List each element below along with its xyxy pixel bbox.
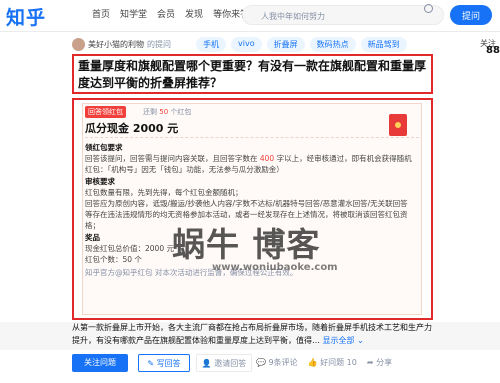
watermark-text: 蜗牛 博客 — [172, 225, 321, 264]
rule-text: 红包数量有限，先到先得，每个红包金额随机； — [85, 188, 243, 197]
question-title: 重量厚度和旗舰配置哪个更重要？有没有一款在旗舰配置和重量厚度达到平衡的折叠屏推荐… — [72, 54, 433, 94]
question-actions: 关注问题 ✎ 写回答 👤 邀请回答 💬 9条评论 👍 好问题 10 ➦ 分享 — [0, 350, 500, 383]
main-nav: 首页 知学堂 会员 发现 等你来答 — [92, 7, 249, 20]
author-action: 的提问 — [147, 40, 171, 49]
topic-tag[interactable]: 数码热点 — [309, 37, 356, 52]
avatar[interactable] — [72, 38, 85, 51]
hongbao-remaining: 还剩 50 个红包 — [143, 108, 192, 116]
nav-item-vip[interactable]: 会员 — [157, 7, 175, 20]
topic-tag[interactable]: 手机 — [196, 37, 226, 52]
share-button[interactable]: ➦ 分享 — [367, 357, 392, 368]
search-input[interactable]: 人我中年如何努力 — [242, 5, 444, 25]
rule-text: 回答该提问，回答需与提问内容关联，且回答字数在 400 字以上，经审核通过，即有… — [85, 154, 412, 174]
nav-item-zhixuetang[interactable]: 知学堂 — [120, 7, 147, 20]
watermark-url: www.woniubaoke.com — [212, 262, 338, 273]
comments-button[interactable]: 💬 9条评论 — [256, 357, 298, 368]
top-bar: 知乎 首页 知学堂 会员 发现 等你来答 人我中年如何努力 提问 — [0, 0, 500, 32]
topic-tag[interactable]: 新品驾到 — [360, 37, 407, 52]
nav-item-home[interactable]: 首页 — [92, 7, 110, 20]
question-author: 美好小猫的利物 的提问 — [72, 38, 171, 51]
invite-answer-button[interactable]: 👤 邀请回答 — [196, 354, 252, 372]
question-excerpt: 从第一款折叠屏上市开始，各大主流厂商都在抢占布局折叠屏市场，随着折叠屏手机技术工… — [72, 321, 432, 347]
topic-tag[interactable]: vivo — [231, 37, 262, 52]
follow-question-button[interactable]: 关注问题 — [72, 354, 128, 372]
show-all-link[interactable]: 显示全部 ⌄ — [323, 336, 364, 345]
rule-heading: 领红包要求 — [85, 143, 123, 152]
topic-tag[interactable]: 折叠屏 — [266, 37, 305, 52]
ask-button[interactable]: 提问 — [450, 5, 492, 25]
zhihu-logo[interactable]: 知乎 — [6, 3, 46, 30]
hongbao-badge: 回答领红包 — [85, 106, 126, 118]
search-icon[interactable] — [424, 4, 433, 13]
hongbao-card: 回答领红包 还剩 50 个红包 瓜分现金 2000 元 领红包要求 回答该提问，… — [82, 103, 422, 315]
author-name[interactable]: 美好小猫的利物 — [88, 39, 144, 50]
red-envelope-icon — [389, 114, 407, 136]
hongbao-title: 瓜分现金 2000 元 — [85, 122, 179, 135]
rule-heading: 审核要求 — [85, 177, 115, 186]
rule-text: 回答应为原创内容，诋毁/搬运/抄袭他人内容/字数不达标/机器特号回答/恶意灌水回… — [85, 199, 408, 208]
topic-tags: 手机 vivo 折叠屏 数码热点 新品驾到 — [196, 37, 407, 52]
excerpt-text: 从第一款折叠屏上市开始，各大主流厂商都在抢占布局折叠屏市场，随着折叠屏手机技术工… — [72, 323, 432, 345]
follower-count: 88 — [486, 45, 500, 56]
watermark: 蜗牛 博客 www.woniubaoke.com — [172, 218, 368, 278]
nav-item-discover[interactable]: 发现 — [185, 7, 203, 20]
question-meta: 💬 9条评论 👍 好问题 10 ➦ 分享 — [256, 357, 392, 368]
good-question-button[interactable]: 👍 好问题 10 — [308, 357, 357, 368]
divider — [85, 137, 419, 138]
write-answer-button[interactable]: ✎ 写回答 — [138, 354, 190, 372]
hongbao-highlight-box: 回答领红包 还剩 50 个红包 瓜分现金 2000 元 领红包要求 回答该提问，… — [72, 98, 433, 320]
